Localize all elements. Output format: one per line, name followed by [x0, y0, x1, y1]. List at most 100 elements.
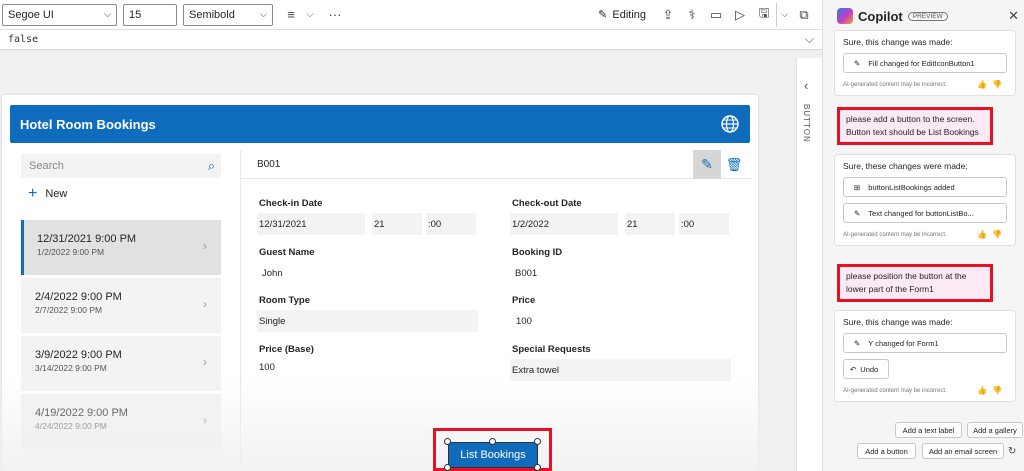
- close-icon[interactable]: ✕: [1008, 8, 1019, 24]
- share-icon[interactable]: ⇪: [656, 3, 680, 27]
- checkout-minute-field[interactable]: :00: [679, 213, 729, 235]
- font-family-value: Segoe UI: [8, 8, 54, 21]
- price-base-label: Price (Base): [259, 344, 314, 355]
- thumbs-feedback-icon[interactable]: 👍👎: [977, 80, 1007, 89]
- change-chip[interactable]: ✎ Text changed for buttonListBo...: [843, 203, 1007, 223]
- change-chip[interactable]: ⊞ buttonListBookings added: [843, 177, 1007, 197]
- special-requests-field[interactable]: Extra towel: [510, 359, 731, 381]
- special-requests-label: Special Requests: [512, 344, 591, 355]
- copilot-response: Sure, these changes were made: ⊞ buttonLi…: [834, 154, 1016, 246]
- app-screen: Hotel Room Bookings Search ⌕ + New 12/31…: [2, 95, 758, 471]
- chevron-down-icon: ⌵: [260, 9, 267, 19]
- checkin-hour-field[interactable]: 21: [372, 213, 422, 235]
- editing-label: Editing: [612, 8, 646, 21]
- font-weight-select[interactable]: Semibold ⌵: [183, 3, 273, 26]
- chevron-right-icon: ›: [203, 355, 207, 369]
- thumbs-feedback-icon[interactable]: 👍👎: [977, 386, 1007, 395]
- font-family-select[interactable]: Segoe UI ⌵: [2, 3, 117, 26]
- text-align-icon[interactable]: ≡: [279, 3, 303, 27]
- pencil-icon: ✎: [598, 9, 608, 21]
- change-chip[interactable]: ✎ Y changed for Form1: [843, 333, 1007, 353]
- new-button[interactable]: + New: [28, 185, 67, 203]
- change-chip[interactable]: ✎ Fill changed for EditIconButton1: [843, 53, 1007, 73]
- font-weight-value: Semibold: [189, 8, 235, 21]
- room-type-field[interactable]: Single: [257, 310, 478, 332]
- form-title-bar: B001 ✎ 🗑: [241, 150, 751, 179]
- change-chip-label: Text changed for buttonListBo...: [868, 208, 974, 218]
- change-chip-label: Fill changed for EditIconButton1: [868, 58, 975, 68]
- suggestion-add-gallery[interactable]: Add a gallery: [967, 422, 1023, 438]
- search-input[interactable]: Search ⌕: [21, 154, 221, 178]
- guest-name-label: Guest Name: [259, 247, 315, 258]
- refresh-icon[interactable]: ↻: [1008, 446, 1016, 457]
- gallery-item[interactable]: 2/4/2022 9:00 PM 2/7/2022 9:00 PM ›: [21, 278, 221, 333]
- ai-disclaimer: AI-generated content may be incorrect.: [843, 81, 947, 88]
- formula-bar[interactable]: false ⌵: [0, 30, 822, 50]
- search-icon[interactable]: ⌕: [208, 158, 215, 174]
- suggestion-add-email-screen[interactable]: Add an email screen: [922, 443, 1004, 459]
- properties-strip: ‹ BUTTON: [796, 58, 822, 471]
- save-icon[interactable]: 🖫: [752, 3, 776, 27]
- chevron-down-icon[interactable]: ⌵: [805, 32, 814, 47]
- copilot-response: Sure, this change was made: ✎ Fill change…: [834, 30, 1016, 96]
- suggestion-add-text-label[interactable]: Add a text label: [895, 422, 962, 438]
- add-control-icon: ⊞: [854, 182, 861, 192]
- resize-handle[interactable]: [489, 438, 496, 445]
- resize-handle[interactable]: [444, 464, 451, 471]
- undo-label: Undo: [860, 364, 879, 374]
- font-size-value: 15: [129, 8, 142, 21]
- booking-id-value: B001: [515, 267, 538, 279]
- change-chip-label: buttonListBookings added: [868, 182, 955, 192]
- gallery-item[interactable]: 12/31/2021 9:00 PM 1/2/2022 9:00 PM ›: [21, 220, 221, 275]
- trash-icon[interactable]: 🗑: [723, 150, 745, 179]
- edit-icon[interactable]: ✎: [693, 150, 721, 179]
- properties-strip-label: BUTTON: [802, 104, 811, 143]
- undo-button[interactable]: ↶ Undo: [843, 359, 889, 379]
- search-placeholder: Search: [29, 160, 64, 172]
- copilot-logo-icon: [837, 8, 853, 24]
- booking-form: B001 ✎ 🗑 Check-in Date 12/31/2021 21 :00…: [240, 150, 751, 471]
- gallery-item-checkout: 3/14/2022 9:00 PM: [35, 363, 107, 373]
- new-label: New: [45, 188, 68, 200]
- chevron-left-icon[interactable]: ‹: [804, 78, 808, 93]
- resize-handle[interactable]: [534, 438, 541, 445]
- gallery-item[interactable]: 4/19/2022 9:00 PM 4/24/2022 9:00 PM ›: [21, 394, 221, 449]
- undo-icon: ↶: [850, 364, 857, 374]
- gallery-item-checkout: 4/24/2022 9:00 PM: [35, 421, 107, 431]
- font-size-input[interactable]: 15: [123, 3, 177, 26]
- thumbs-feedback-icon[interactable]: 👍👎: [977, 230, 1007, 239]
- checkin-minute-field[interactable]: :00: [426, 213, 476, 235]
- gallery-item-checkin: 12/31/2021 9:00 PM: [37, 233, 137, 245]
- gallery-item-checkout: 1/2/2022 9:00 PM: [37, 247, 105, 257]
- command-toolbar: Segoe UI ⌵ 15 Semibold ⌵ ≡ ⌵ ··· ✎ Editing…: [0, 0, 822, 30]
- editing-status[interactable]: ✎ Editing: [598, 8, 646, 22]
- gallery-item-checkout: 2/7/2022 9:00 PM: [35, 305, 103, 315]
- resize-handle[interactable]: [444, 438, 451, 445]
- price-value: 100: [516, 315, 532, 327]
- copilot-header: Copilot PREVIEW ✕: [823, 0, 1024, 32]
- chevron-down-icon[interactable]: ⌵: [303, 3, 317, 27]
- checkin-date-field[interactable]: 12/31/2021: [257, 213, 365, 235]
- room-type-label: Room Type: [259, 295, 311, 306]
- list-bookings-button[interactable]: List Bookings: [448, 442, 538, 468]
- gallery-item-checkin: 4/19/2022 9:00 PM: [35, 407, 128, 419]
- play-icon[interactable]: ▷: [728, 3, 752, 27]
- globe-icon[interactable]: [720, 114, 740, 134]
- resize-handle[interactable]: [534, 464, 541, 471]
- user-message: please add a button to the screen. Butto…: [837, 107, 993, 145]
- price-base-value: 100: [259, 361, 275, 373]
- chevron-down-icon[interactable]: ⌵: [776, 2, 792, 27]
- more-options-icon[interactable]: ···: [323, 3, 347, 27]
- publish-icon[interactable]: ⧉: [792, 3, 816, 27]
- response-text: Sure, these changes were made:: [843, 161, 968, 171]
- comment-icon[interactable]: ▭: [704, 3, 728, 27]
- app-checker-icon[interactable]: ⚕: [680, 3, 704, 27]
- gallery-item[interactable]: 3/9/2022 9:00 PM 3/14/2022 9:00 PM ›: [21, 336, 221, 391]
- chevron-right-icon: ›: [203, 239, 207, 253]
- checkout-hour-field[interactable]: 21: [625, 213, 675, 235]
- suggestion-add-button[interactable]: Add a button: [857, 443, 916, 459]
- chevron-down-icon: ⌵: [104, 9, 111, 19]
- ai-disclaimer: AI-generated content may be incorrect.: [843, 387, 947, 394]
- price-label: Price: [512, 295, 536, 306]
- checkout-date-field[interactable]: 1/2/2022: [510, 213, 618, 235]
